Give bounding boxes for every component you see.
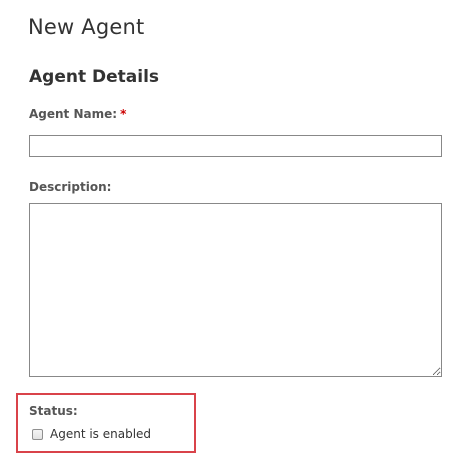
page-title: New Agent xyxy=(28,15,145,39)
status-highlight-box xyxy=(16,393,196,453)
agent-enabled-row[interactable]: Agent is enabled xyxy=(32,427,151,441)
agent-name-label-text: Agent Name: xyxy=(29,107,118,121)
description-label: Description: xyxy=(29,180,112,194)
section-heading-agent-details: Agent Details xyxy=(29,67,160,87)
agent-name-label: Agent Name: * xyxy=(29,107,126,121)
status-label: Status: xyxy=(29,404,78,418)
description-textarea[interactable] xyxy=(29,203,442,377)
required-marker: * xyxy=(120,107,127,121)
agent-enabled-label[interactable]: Agent is enabled xyxy=(50,427,151,441)
agent-name-input[interactable] xyxy=(29,135,442,157)
agent-enabled-checkbox[interactable] xyxy=(32,428,43,440)
